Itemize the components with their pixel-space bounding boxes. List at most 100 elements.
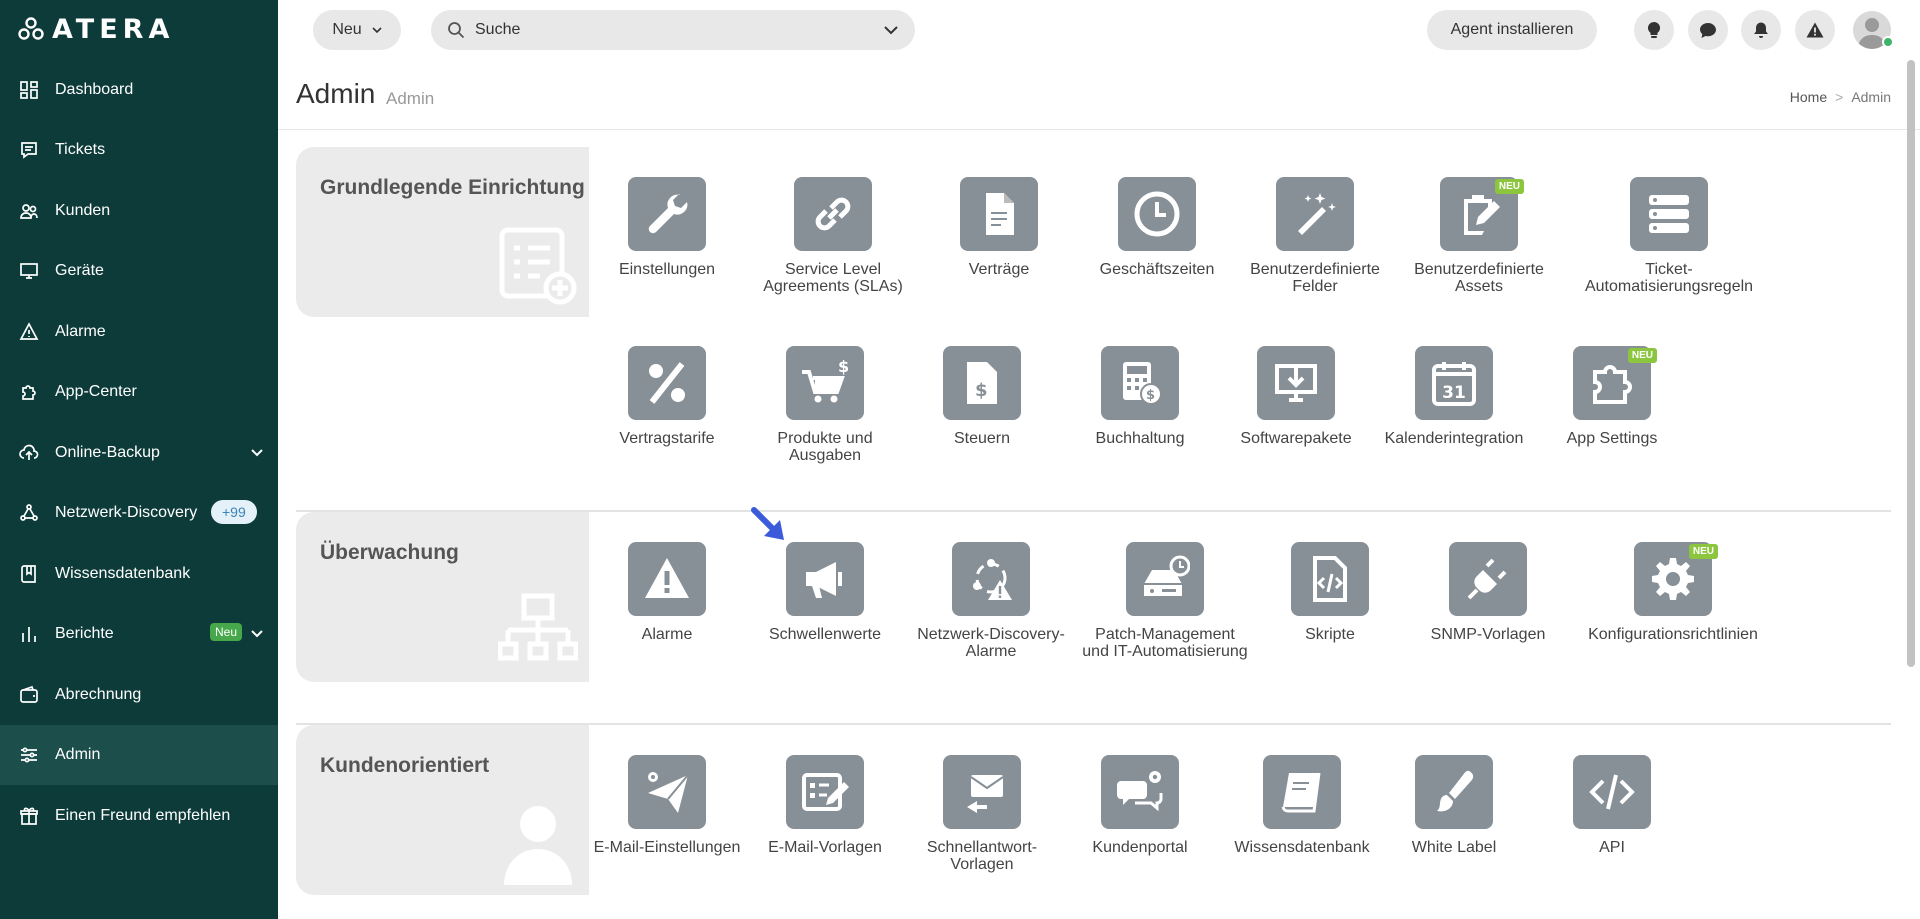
divider xyxy=(278,129,1920,130)
tile-kundenportal[interactable]: Kundenportal xyxy=(1055,755,1225,856)
sidebar-item-online-backup[interactable]: Online-Backup xyxy=(0,423,278,483)
ticket-icon xyxy=(18,139,40,161)
tile-geschaeftszeiten[interactable]: Geschäftszeiten xyxy=(1072,177,1242,278)
atera-logo[interactable]: ATERA xyxy=(18,14,174,45)
tile-api[interactable]: API xyxy=(1527,755,1697,856)
tile-konfigurationsrichtlinien[interactable]: NEU Konfigurationsrichtlinien xyxy=(1588,542,1758,643)
magic-wand-icon xyxy=(1276,177,1354,251)
sidebar-item-label: Wissensdatenbank xyxy=(55,565,191,582)
tile-kalenderintegration[interactable]: 31 Kalenderintegration xyxy=(1369,346,1539,447)
sidebar-item-refer-friend[interactable]: Einen Freund empfehlen xyxy=(0,786,278,846)
tile-label: Alarme xyxy=(641,626,693,643)
section-title-setup: Grundlegende Einrichtung xyxy=(320,176,585,199)
sidebar-item-label: Admin xyxy=(55,746,101,763)
tile-steuern[interactable]: $ Steuern xyxy=(897,346,1067,447)
tile-custom-assets[interactable]: NEU Benutzerdefinierte Assets xyxy=(1394,177,1564,295)
search-placeholder: Suche xyxy=(475,21,521,38)
tile-schnellantwort-vorlagen[interactable]: Schnellantwort-Vorlagen xyxy=(897,755,1067,873)
search-input[interactable]: Suche xyxy=(431,10,915,50)
wallet-icon xyxy=(18,684,40,706)
breadcrumb: Home > Admin xyxy=(1790,89,1891,105)
search-icon xyxy=(448,22,465,39)
cloud-upload-icon xyxy=(18,442,40,464)
new-button[interactable]: Neu xyxy=(313,10,401,50)
breadcrumb-home[interactable]: Home xyxy=(1790,89,1827,105)
sidebar-item-label: Geräte xyxy=(55,262,104,279)
paintbrush-icon xyxy=(1415,755,1493,829)
chevron-down-icon[interactable] xyxy=(250,445,264,459)
form-add-icon xyxy=(498,226,578,311)
sidebar-item-netzwerk-discovery[interactable]: Netzwerk-Discovery +99 xyxy=(0,483,278,543)
new-badge: Neu xyxy=(210,623,243,641)
tile-softwarepakete[interactable]: Softwarepakete xyxy=(1211,346,1381,447)
sidebar-item-berichte[interactable]: Berichte Neu xyxy=(0,604,278,664)
tile-label: Service Level Agreements (SLAs) xyxy=(763,261,903,295)
lightbulb-icon xyxy=(1647,21,1661,38)
chevron-down-icon[interactable] xyxy=(250,626,264,640)
tile-label: Kalenderintegration xyxy=(1384,430,1524,447)
sidebar-item-dashboard[interactable]: Dashboard xyxy=(0,60,278,120)
top-header: Neu Suche Agent installieren xyxy=(278,0,1920,60)
sidebar-item-tickets[interactable]: Tickets xyxy=(0,120,278,180)
sidebar-item-app-center[interactable]: App-Center xyxy=(0,362,278,422)
tile-white-label[interactable]: White Label xyxy=(1369,755,1539,856)
chat-gear-icon xyxy=(1101,755,1179,829)
tile-vertraege[interactable]: Verträge xyxy=(914,177,1084,278)
tile-schwellenwerte[interactable]: Schwellenwerte xyxy=(740,542,910,643)
chevron-down-icon[interactable] xyxy=(883,23,899,37)
sidebar-item-admin[interactable]: Admin xyxy=(0,725,278,785)
sidebar-item-alarme[interactable]: Alarme xyxy=(0,302,278,362)
sidebar-item-label: Einen Freund empfehlen xyxy=(55,807,231,824)
install-agent-button[interactable]: Agent installieren xyxy=(1427,10,1597,50)
install-agent-label: Agent installieren xyxy=(1450,21,1574,38)
sidebar-item-label: Abrechnung xyxy=(55,686,142,703)
tile-wissensdatenbank[interactable]: Wissensdatenbank xyxy=(1217,755,1387,856)
tile-app-settings[interactable]: NEU App Settings xyxy=(1527,346,1697,447)
sidebar-item-geraete[interactable]: Geräte xyxy=(0,241,278,301)
monitor-icon xyxy=(18,260,40,282)
tile-label: White Label xyxy=(1411,839,1497,856)
clock-icon xyxy=(1118,177,1196,251)
tile-einstellungen[interactable]: Einstellungen xyxy=(582,177,752,278)
chat-icon xyxy=(1700,23,1716,38)
breadcrumb-separator: > xyxy=(1835,89,1844,105)
online-status-dot xyxy=(1882,36,1894,48)
alerts-button[interactable] xyxy=(1795,10,1835,50)
tile-email-settings[interactable]: E-Mail-Einstellungen xyxy=(582,755,752,856)
sidebar-item-label: Online-Backup xyxy=(55,444,160,461)
megaphone-icon xyxy=(786,542,864,616)
tile-label: Steuern xyxy=(953,430,1011,447)
sidebar-item-wissensdatenbank[interactable]: Wissensdatenbank xyxy=(0,544,278,604)
percent-icon xyxy=(628,346,706,420)
tile-slas[interactable]: Service Level Agreements (SLAs) xyxy=(748,177,918,295)
lightbulb-button[interactable] xyxy=(1634,10,1674,50)
tile-label: Buchhaltung xyxy=(1095,430,1185,447)
calendar-day: 31 xyxy=(1442,383,1466,403)
book-icon xyxy=(18,563,40,585)
tile-alarme[interactable]: Alarme xyxy=(582,542,752,643)
tile-email-vorlagen[interactable]: E-Mail-Vorlagen xyxy=(740,755,910,856)
tile-custom-fields[interactable]: Benutzerdefinierte Felder xyxy=(1230,177,1400,295)
tile-vertragstarife[interactable]: Vertragstarife xyxy=(582,346,752,447)
new-badge: NEU xyxy=(1494,179,1524,194)
chat-button[interactable] xyxy=(1688,10,1728,50)
book-icon xyxy=(1263,755,1341,829)
tile-label: App Settings xyxy=(1566,430,1658,447)
contract-icon xyxy=(960,177,1038,251)
tile-buchhaltung[interactable]: $ Buchhaltung xyxy=(1055,346,1225,447)
person-icon xyxy=(498,800,578,890)
section-title-monitoring: Überwachung xyxy=(320,541,459,564)
sidebar-item-kunden[interactable]: Kunden xyxy=(0,181,278,241)
tile-snmp-vorlagen[interactable]: SNMP-Vorlagen xyxy=(1403,542,1573,643)
sidebar-item-label: Alarme xyxy=(55,323,106,340)
tile-label: Vertragstarife xyxy=(619,430,715,447)
tile-ticket-automation[interactable]: Ticket-Automatisierungsregeln xyxy=(1584,177,1754,295)
code-file-icon xyxy=(1291,542,1369,616)
sidebar-item-abrechnung[interactable]: Abrechnung xyxy=(0,665,278,725)
scrollbar[interactable] xyxy=(1907,60,1915,667)
tile-netzwerk-discovery-alarme[interactable]: Netzwerk-Discovery-Alarme xyxy=(906,542,1076,660)
tile-produkte[interactable]: $ Produkte und Ausgaben xyxy=(740,346,910,464)
tile-skripte[interactable]: Skripte xyxy=(1245,542,1415,643)
notifications-button[interactable] xyxy=(1741,10,1781,50)
tile-patch-management[interactable]: Patch-Management und IT-Automatisierung xyxy=(1080,542,1250,660)
